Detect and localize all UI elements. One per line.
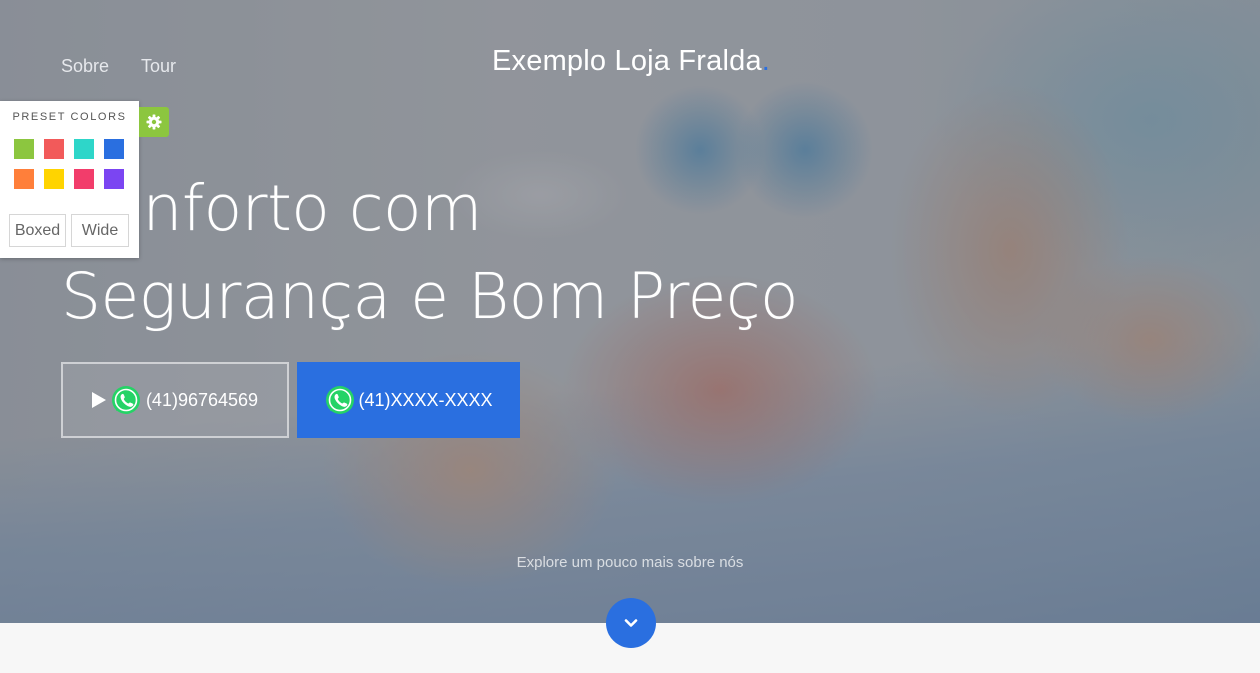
swatch-red[interactable]: [44, 139, 64, 159]
gear-icon: [146, 114, 162, 130]
whatsapp-secondary-button[interactable]: (41)XXXX-XXXX: [297, 362, 520, 438]
swatch-orange[interactable]: [14, 169, 34, 189]
swatch-pink[interactable]: [74, 169, 94, 189]
site-brand[interactable]: Exemplo Loja Fralda.: [492, 45, 770, 78]
style-switcher-toggle[interactable]: [139, 107, 169, 137]
nav-link-tour[interactable]: Tour: [141, 56, 176, 77]
headline-line-2: Segurança e Bom Preço: [61, 260, 799, 333]
explore-text: Explore um pouco mais sobre nós: [516, 554, 744, 571]
play-icon: [91, 392, 106, 408]
whatsapp-secondary-phone: (41)XXXX-XXXX: [358, 389, 493, 410]
swatch-blue[interactable]: [104, 139, 124, 159]
headline-line-1: Conforto com: [61, 172, 482, 245]
nav-link-sobre[interactable]: Sobre: [61, 56, 109, 77]
brand-dot: .: [761, 45, 771, 77]
hero-headline: Conforto com Segurança e Bom Preço: [61, 165, 961, 341]
swatch-green[interactable]: [14, 139, 34, 159]
hero-section: Sobre Tour Exemplo Loja Fralda. Conforto…: [0, 0, 1260, 623]
swatch-teal[interactable]: [74, 139, 94, 159]
scroll-down-button[interactable]: [606, 598, 656, 648]
preset-colors-title: PRESET COLORS: [12, 111, 127, 123]
brand-name: Exemplo Loja Fralda: [492, 45, 762, 77]
swatch-purple[interactable]: [104, 169, 124, 189]
whatsapp-icon: [326, 386, 355, 414]
whatsapp-primary-phone: (41)96764569: [145, 389, 259, 410]
preset-colors-panel: PRESET COLORS Boxed Wide: [0, 101, 139, 258]
swatch-yellow[interactable]: [44, 169, 64, 189]
boxed-layout-button[interactable]: Boxed: [9, 214, 66, 247]
wide-layout-button[interactable]: Wide: [71, 214, 129, 247]
whatsapp-primary-button[interactable]: (41)96764569: [61, 362, 289, 438]
whatsapp-icon: [111, 386, 140, 414]
chevron-down-icon: [624, 619, 638, 627]
